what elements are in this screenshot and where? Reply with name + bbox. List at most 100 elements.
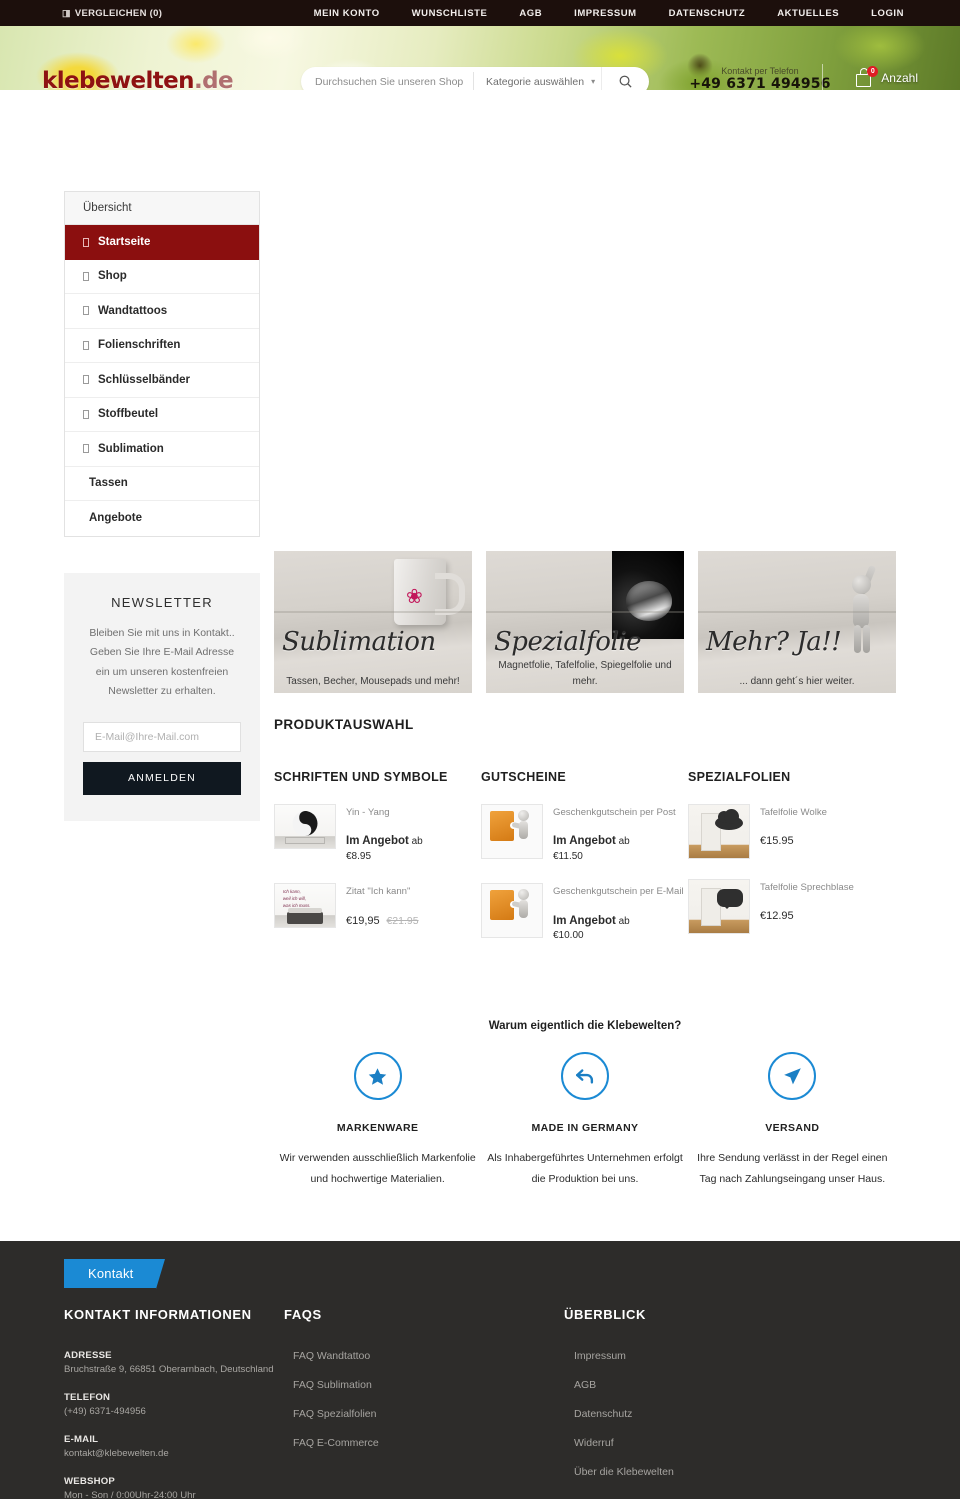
kontakt-tab[interactable]: Kontakt [64, 1259, 164, 1289]
newsletter-box: NEWSLETTER Bleiben Sie mit uns in Kontak… [64, 573, 260, 821]
bullet-box-icon [83, 444, 89, 454]
why-text: Ihre Sendung verlässt in der Regel einen… [697, 1152, 888, 1185]
footer-link-faq-ecommerce[interactable]: FAQ E-Commerce [284, 1437, 564, 1449]
price-prefix: ab [618, 836, 630, 848]
site-logo[interactable]: klebewelten.de [42, 68, 234, 90]
compare-icon: ◨ [62, 7, 71, 18]
footer-heading: FAQS [284, 1307, 322, 1322]
category-select[interactable]: Kategorie auswählen ▾ [474, 67, 601, 90]
compare-link[interactable]: ◨ VERGLEICHEN (0) [62, 0, 162, 26]
sidebar-item-folienschriften[interactable]: Folienschriften [65, 328, 259, 363]
product-item[interactable]: Tafelfolie Wolke €15.95 [688, 804, 895, 859]
sidebar-item-angebote[interactable]: Angebote [65, 501, 259, 536]
price-prefix: ab [618, 915, 630, 927]
product-item[interactable]: Geschenkgutschein per Post Im Angebot ab… [481, 804, 688, 863]
sidebar-item-label: Tassen [89, 477, 128, 490]
price-value: €10.00 [553, 930, 584, 942]
banner-sublimation[interactable]: ❀ Sublimation Tassen, Becher, Mousepads … [274, 551, 472, 693]
product-item[interactable]: Yin - Yang Im Angebot ab €8.95 [274, 804, 481, 863]
logo-tld-text: .de [193, 68, 234, 90]
newsletter-subscribe-button[interactable]: ANMELDEN [83, 761, 241, 795]
site-footer: Kontakt KONTAKT INFORMATIONEN ADRESSE Br… [0, 1241, 960, 1499]
footer-link-datenschutz[interactable]: Datenschutz [564, 1408, 894, 1420]
topnav-item-agb[interactable]: AGB [503, 8, 558, 19]
footer-field-value: Mon - Son / 0:00Uhr-24:00 Uhr [64, 1489, 196, 1499]
topnav-item-impressum[interactable]: IMPRESSUM [558, 8, 652, 19]
cart-widget[interactable]: 0 Anzahl [856, 66, 918, 87]
product-name: Tafelfolie Wolke [760, 807, 828, 818]
sidebar-item-stoffbeutel[interactable]: Stoffbeutel [65, 397, 259, 432]
search-icon [619, 75, 632, 88]
why-text: Als Inhabergeführtes Unternehmen erfolgt… [487, 1152, 683, 1185]
phone-number[interactable]: +49 6371 494956 [660, 76, 860, 90]
footer-link-widerruf[interactable]: Widerruf [564, 1437, 894, 1449]
topnav-item-aktuelles[interactable]: AKTUELLES [761, 8, 855, 19]
product-price: €19,95 €21.95 [346, 914, 419, 929]
sidebar-item-label: Schlüsselbänder [98, 373, 191, 386]
sidebar-item-schluesselbaender[interactable]: Schlüsselbänder [65, 363, 259, 398]
newsletter-email-input[interactable] [83, 721, 241, 752]
sidebar-item-sublimation[interactable]: Sublimation [65, 432, 259, 467]
footer-field-label: WEBSHOP [64, 1475, 115, 1487]
search-button[interactable] [601, 67, 649, 90]
footer-link-faq-sublimation[interactable]: FAQ Sublimation [284, 1379, 564, 1391]
sidebar-item-wandtattoos[interactable]: Wandtattoos [65, 294, 259, 329]
footer-link-ueber-die-klebewelten[interactable]: Über die Klebewelten [564, 1466, 894, 1478]
column-heading: SPEZIALFOLIEN [688, 770, 791, 784]
sidebar-item-label: Startseite [98, 236, 151, 249]
sidebar-item-shop[interactable]: Shop [65, 259, 259, 294]
product-price: Im Angebot ab €11.50 [553, 834, 676, 863]
price-value: €15.95 [760, 835, 794, 848]
footer-heading: ÜBERBLICK [564, 1307, 646, 1322]
banner-title: Sublimation [282, 627, 436, 657]
price-value: €12.95 [760, 910, 794, 923]
footer-link-faq-wandtattoo[interactable]: FAQ Wandtattoo [284, 1350, 564, 1362]
footer-heading: KONTAKT INFORMATIONEN [64, 1307, 252, 1322]
sidebar-item-startseite[interactable]: Startseite [65, 225, 259, 260]
paper-plane-icon [768, 1052, 817, 1100]
sidebar-item-tassen[interactable]: Tassen [65, 466, 259, 501]
bullet-box-icon [83, 306, 89, 316]
site-header: klebewelten.de Kategorie auswählen ▾ Kon… [0, 26, 960, 90]
product-name: Yin - Yang [346, 807, 390, 818]
newsletter-title: NEWSLETTER [111, 595, 213, 610]
footer-link-agb[interactable]: AGB [564, 1379, 894, 1391]
product-thumbnail-yin-yang [274, 804, 336, 849]
newsletter-text: Bleiben Sie mit uns in Kontakt.. Geben S… [89, 627, 235, 698]
header-divider [822, 64, 823, 90]
product-name: Geschenkgutschein per E-Mail [553, 886, 684, 898]
cart-label: Anzahl [881, 70, 918, 85]
product-price: Im Angebot ab €8.95 [346, 834, 423, 863]
product-column-schriften: SCHRIFTEN UND SYMBOLE Yin - Yang Im Ange… [274, 770, 481, 963]
product-item[interactable]: Tafelfolie Sprechblase €12.95 [688, 879, 895, 934]
topnav-item-wunschliste[interactable]: WUNSCHLISTE [396, 8, 504, 19]
bullet-box-icon [83, 409, 89, 419]
footer-link-impressum[interactable]: Impressum [564, 1350, 894, 1362]
banner-spezialfolie[interactable]: Spezialfolie Magnetfolie, Tafelfolie, Sp… [486, 551, 684, 693]
top-utility-bar: ◨ VERGLEICHEN (0) MEIN KONTO WUNSCHLISTE… [0, 0, 960, 26]
topnav-item-mein-konto[interactable]: MEIN KONTO [298, 8, 396, 19]
sidebar-nav: Übersicht Startseite Shop Wandtattoos Fo… [64, 191, 260, 537]
footer-link-faq-spezialfolien[interactable]: FAQ Spezialfolien [284, 1408, 564, 1420]
banner-mehr[interactable]: Mehr? Ja!! ... dann geht´s hier weiter. [698, 551, 896, 693]
search-input[interactable] [301, 67, 473, 90]
product-item[interactable]: Geschenkgutschein per E-Mail Im Angebot … [481, 883, 688, 942]
banner-subtitle: ... dann geht´s hier weiter. [739, 675, 855, 687]
product-name: Geschenkgutschein per Post [553, 807, 676, 818]
waving-figure-illustration [844, 561, 878, 657]
sidebar-item-label: Wandtattoos [98, 304, 168, 317]
sidebar-item-label: Shop [98, 270, 127, 283]
banner-subtitle: Tassen, Becher, Mousepads und mehr! [286, 675, 460, 687]
cart-count-badge: 0 [867, 66, 879, 77]
page-title: PRODUKTAUSWAHL [274, 717, 414, 732]
chevron-down-icon: ▾ [591, 77, 596, 86]
footer-field-label: ADRESSE [64, 1350, 112, 1361]
header-phone: Kontakt per Telefon +49 6371 494956 [660, 66, 860, 90]
sidebar-item-label: Stoffbeutel [98, 408, 159, 421]
product-thumbnail-zitat: Ich kann, weil ich will, was ich muss. [274, 883, 336, 929]
compare-label: VERGLEICHEN (0) [74, 7, 163, 19]
topnav-item-datenschutz[interactable]: DATENSCHUTZ [653, 8, 762, 19]
product-item[interactable]: Ich kann, weil ich will, was ich muss. Zit… [274, 883, 481, 929]
shopping-bag-icon: 0 [856, 66, 879, 87]
topnav-item-login[interactable]: LOGIN [855, 8, 920, 19]
